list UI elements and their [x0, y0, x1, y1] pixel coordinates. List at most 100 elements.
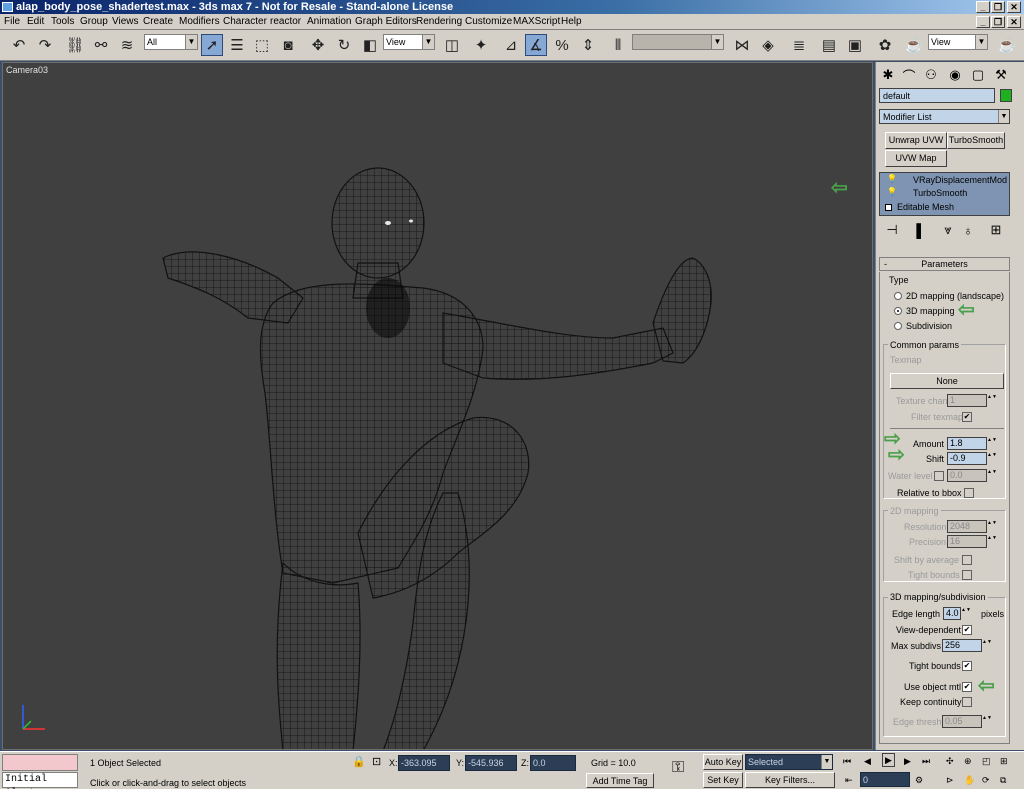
- unlink-icon[interactable]: ⚯: [90, 34, 112, 56]
- menu-views[interactable]: Views: [112, 15, 139, 29]
- previous-frame-icon[interactable]: ◀: [864, 755, 871, 767]
- zoom-all-icon[interactable]: ⊕: [964, 755, 972, 767]
- menu-customize[interactable]: Customize: [465, 15, 512, 29]
- auto-key-button[interactable]: Auto Key: [703, 754, 743, 770]
- tight-bounds-checkbox[interactable]: ✔: [962, 661, 972, 671]
- schematic-view-icon[interactable]: ▣: [844, 34, 866, 56]
- menu-animation[interactable]: Animation: [307, 15, 351, 29]
- menu-help[interactable]: Help: [561, 15, 582, 29]
- layer-manager-icon[interactable]: ≣: [788, 34, 810, 56]
- menu-create[interactable]: Create: [143, 15, 173, 29]
- expand-icon[interactable]: [885, 204, 892, 211]
- bind-space-warp-icon[interactable]: ≋: [116, 34, 138, 56]
- water-level-checkbox[interactable]: [934, 471, 944, 481]
- menu-edit[interactable]: Edit: [27, 15, 44, 29]
- curve-editor-icon[interactable]: ▤: [818, 34, 840, 56]
- time-config-icon[interactable]: ⚙: [915, 774, 923, 786]
- relative-to-bbox-checkbox[interactable]: [964, 488, 974, 498]
- edge-thresh-spinner[interactable]: 0.05: [942, 715, 992, 728]
- select-and-link-icon[interactable]: ⛓: [64, 34, 86, 56]
- menu-tools[interactable]: Tools: [51, 15, 74, 29]
- object-color-swatch[interactable]: [1000, 89, 1012, 102]
- shift-spinner[interactable]: -0.9: [947, 452, 997, 465]
- water-level-spinner[interactable]: 0.0: [947, 469, 997, 482]
- pivot-center-icon[interactable]: ◫: [441, 34, 463, 56]
- filter-texmap-checkbox[interactable]: ✔: [962, 412, 972, 422]
- angle-snap-icon[interactable]: ∡: [525, 34, 547, 56]
- spinner-snap-icon[interactable]: ⇕: [577, 34, 599, 56]
- modify-tab-icon[interactable]: ⌒: [900, 66, 918, 84]
- keep-continuity-checkbox[interactable]: [962, 697, 972, 707]
- mirror-icon[interactable]: ⋈: [731, 34, 753, 56]
- minimize-button[interactable]: _: [976, 1, 990, 13]
- menu-character[interactable]: Character: [223, 15, 267, 29]
- menu-group[interactable]: Group: [80, 15, 108, 29]
- go-to-start-icon[interactable]: ⏮: [843, 755, 851, 767]
- play-icon[interactable]: ▶: [882, 753, 895, 767]
- snap-toggle-icon[interactable]: ⊿: [500, 34, 522, 56]
- menu-graph-editors[interactable]: Graph Editors: [355, 15, 417, 29]
- quick-render-icon[interactable]: ☕: [996, 34, 1018, 56]
- stack-item-vraydisplacement[interactable]: 💡 VRayDisplacementMod: [880, 174, 1009, 187]
- texture-chan-spinner[interactable]: 1: [947, 394, 997, 407]
- field-of-view-icon[interactable]: ⊳: [946, 774, 954, 786]
- texmap-button[interactable]: None: [890, 373, 1004, 389]
- edge-length-spinner[interactable]: 4.0: [943, 607, 971, 620]
- pin-stack-icon[interactable]: ⊣: [883, 221, 901, 239]
- menu-reactor[interactable]: reactor: [270, 15, 301, 29]
- rotate-icon[interactable]: ↻: [333, 34, 355, 56]
- key-mode-toggle-icon[interactable]: ⇤: [845, 774, 853, 786]
- show-end-result-icon[interactable]: ▌: [912, 221, 930, 239]
- reference-coordinate-dropdown[interactable]: View ▼: [383, 34, 435, 50]
- z-coordinate-field[interactable]: 0.0: [530, 755, 576, 771]
- shift-by-average-checkbox[interactable]: [962, 555, 972, 565]
- y-coordinate-field[interactable]: -545.936: [465, 755, 517, 771]
- x-coordinate-field[interactable]: -363.095: [398, 755, 450, 771]
- zoom-icon[interactable]: ✣: [946, 755, 954, 767]
- lightbulb-icon[interactable]: 💡: [887, 187, 897, 196]
- restore-button[interactable]: ❐: [991, 1, 1005, 13]
- align-icon[interactable]: ◈: [757, 34, 779, 56]
- precision-spinner[interactable]: 16: [947, 535, 997, 548]
- radio-3d-mapping[interactable]: [894, 307, 902, 315]
- configure-modifier-sets-icon[interactable]: ⊞: [987, 221, 1005, 239]
- display-tab-icon[interactable]: ▢: [969, 66, 987, 84]
- resolution-spinner[interactable]: 2048: [947, 520, 997, 533]
- hierarchy-tab-icon[interactable]: ⚇: [922, 66, 940, 84]
- stack-item-turbosmooth[interactable]: 💡 TurboSmooth: [880, 187, 1009, 200]
- object-name-field[interactable]: default: [879, 88, 995, 103]
- zoom-extents-icon[interactable]: ◰: [982, 755, 991, 767]
- stack-item-editable-mesh[interactable]: Editable Mesh: [880, 201, 1009, 214]
- window-crossing-icon[interactable]: ◙: [277, 34, 299, 56]
- percent-snap-icon[interactable]: %: [551, 34, 573, 56]
- menu-file[interactable]: File: [4, 15, 20, 29]
- maxscript-listener-mini[interactable]: [2, 754, 78, 771]
- parameters-rollout-header[interactable]: - Parameters: [879, 257, 1010, 271]
- close-button[interactable]: ✕: [1007, 1, 1021, 13]
- make-unique-icon[interactable]: ⩔: [939, 221, 957, 239]
- zoom-extents-all-icon[interactable]: ⊞: [1000, 755, 1008, 767]
- material-editor-icon[interactable]: ✿: [874, 34, 896, 56]
- menu-modifiers[interactable]: Modifiers: [179, 15, 220, 29]
- go-to-end-icon[interactable]: ⏭: [922, 755, 930, 767]
- named-selection-dropdown[interactable]: ▼: [632, 34, 724, 50]
- lightbulb-icon[interactable]: 💡: [887, 174, 897, 183]
- tight-bounds-2d-checkbox[interactable]: [962, 570, 972, 580]
- edit-named-selection-icon[interactable]: ⦀: [607, 34, 629, 56]
- unwrap-uvw-button[interactable]: Unwrap UVW: [885, 132, 947, 149]
- motion-tab-icon[interactable]: ◉: [946, 66, 964, 84]
- maxscript-output[interactable]: Initial Clust: [2, 772, 78, 789]
- set-key-button[interactable]: Set Key: [703, 772, 743, 788]
- maximize-viewport-icon[interactable]: ⧉: [1000, 774, 1006, 786]
- key-mode-dropdown[interactable]: Selected ▼: [745, 754, 833, 770]
- remove-modifier-icon[interactable]: ♁: [959, 221, 977, 239]
- orbit-icon[interactable]: ⟳: [982, 774, 990, 786]
- select-manipulate-icon[interactable]: ✦: [470, 34, 492, 56]
- doc-restore-button[interactable]: ❐: [991, 16, 1005, 28]
- doc-minimize-button[interactable]: _: [976, 16, 990, 28]
- view-dependent-checkbox[interactable]: ✔: [962, 625, 972, 635]
- current-frame-field[interactable]: 0: [860, 772, 910, 787]
- select-by-name-icon[interactable]: ☰: [226, 34, 248, 56]
- viewport-camera03[interactable]: Camera03: [2, 62, 873, 750]
- doc-close-button[interactable]: ✕: [1007, 16, 1021, 28]
